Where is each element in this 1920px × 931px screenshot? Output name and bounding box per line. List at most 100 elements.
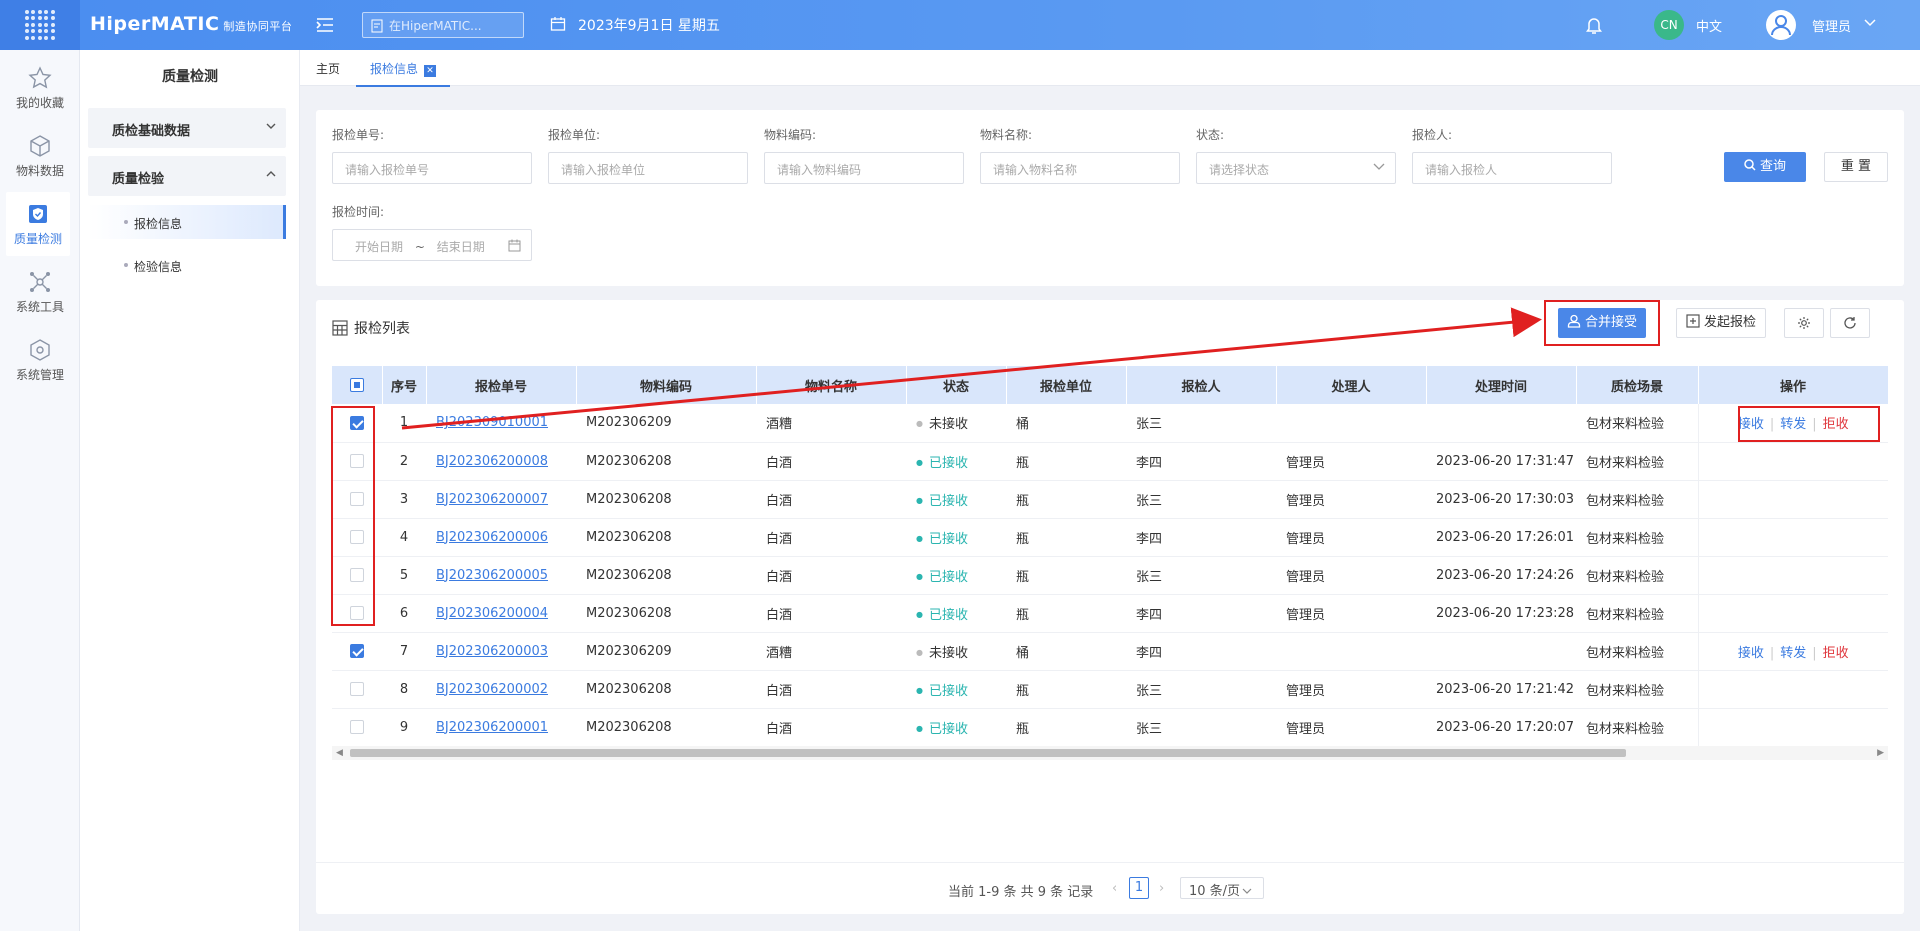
accept-link[interactable]: 接收 (1738, 646, 1764, 661)
report-no-cell[interactable]: BJ202306200002 (426, 670, 576, 709)
row-checkbox[interactable] (350, 720, 364, 734)
report-no-cell[interactable]: BJ202306200001 (426, 708, 576, 747)
row-checkbox[interactable] (350, 492, 364, 506)
table-row[interactable]: 6 BJ202306200004 M202306208白酒已接收 瓶李四管理员2023… (332, 594, 1888, 633)
row-checkbox-cell[interactable] (332, 480, 382, 519)
chevron-down-icon[interactable] (1864, 18, 1876, 28)
rail-item-tools[interactable]: 系统工具 (0, 260, 80, 324)
row-checkbox-cell[interactable] (332, 442, 382, 481)
page-size-select[interactable]: 10 条/页 (1180, 877, 1264, 899)
row-checkbox[interactable] (350, 606, 364, 620)
report-unit-input[interactable]: 请输入报检单位 (548, 152, 748, 184)
launch-report-button[interactable]: 发起报检 (1676, 308, 1766, 338)
language-label[interactable]: 中文 (1696, 16, 1722, 35)
row-checkbox[interactable] (350, 454, 364, 468)
column-header[interactable]: 质检场景 (1576, 366, 1699, 404)
row-checkbox[interactable] (350, 530, 364, 544)
menu-toggle-icon[interactable] (314, 14, 336, 36)
report-no-link[interactable]: BJ202306200008 (436, 454, 548, 469)
reset-button[interactable]: 重 置 (1824, 152, 1888, 182)
material-code-input[interactable]: 请输入物料编码 (764, 152, 964, 184)
date-range-picker[interactable]: 开始日期 ~ 结束日期 (332, 229, 532, 261)
top-search-input[interactable]: 在HiperMATIC... (362, 12, 524, 38)
report-no-input[interactable]: 请输入报检单号 (332, 152, 532, 184)
report-no-link[interactable]: BJ202306200001 (436, 720, 548, 735)
menu-item-inspection-info[interactable]: 检验信息 (88, 248, 286, 282)
close-icon[interactable]: ✕ (424, 65, 437, 77)
app-launcher-icon[interactable] (0, 0, 80, 50)
report-no-cell[interactable]: BJ202306200007 (426, 480, 576, 519)
report-no-cell[interactable]: BJ202306200004 (426, 594, 576, 633)
column-header[interactable]: 报检单号 (426, 366, 577, 404)
bell-icon[interactable] (1585, 15, 1603, 35)
table-row[interactable]: 2 BJ202306200008 M202306208白酒已接收 瓶李四管理员2023… (332, 442, 1888, 481)
horizontal-scrollbar[interactable]: ◀ ▶ (332, 746, 1888, 760)
column-header[interactable]: 报检人 (1126, 366, 1277, 404)
column-header[interactable]: 物料名称 (756, 366, 907, 404)
checkbox[interactable] (349, 378, 364, 392)
column-header[interactable]: 处理时间 (1426, 366, 1577, 404)
rail-item-quality[interactable]: 质量检测 (6, 192, 70, 256)
column-header[interactable]: 操作 (1698, 366, 1889, 404)
reject-link[interactable]: 拒收 (1823, 417, 1849, 432)
tab-report-info[interactable]: 报检信息 ✕ (356, 60, 451, 87)
tab-home[interactable]: 主页 (316, 60, 340, 77)
table-row[interactable]: 7BJ202306200003M202306209酒糟未接收桶李四包材来料检验接… (332, 632, 1888, 671)
material-name-input[interactable]: 请输入物料名称 (980, 152, 1180, 184)
row-checkbox-cell[interactable] (332, 404, 382, 443)
page-number[interactable]: 1 (1129, 877, 1149, 899)
menu-group-inspection[interactable]: 质量检验 (88, 156, 286, 196)
row-checkbox[interactable] (350, 415, 364, 430)
report-no-cell[interactable]: BJ202306200005 (426, 556, 576, 595)
row-checkbox[interactable] (350, 644, 364, 658)
select-all-checkbox[interactable] (332, 366, 383, 404)
report-no-link[interactable]: BJ202309010001 (436, 415, 548, 430)
settings-button[interactable] (1784, 308, 1824, 338)
column-header[interactable]: 处理人 (1276, 366, 1427, 404)
report-no-link[interactable]: BJ202306200004 (436, 606, 548, 621)
status-select[interactable]: 请选择状态 (1196, 152, 1396, 184)
report-no-cell[interactable]: BJ202306200008 (426, 442, 576, 481)
table-row[interactable]: 8 BJ202306200002 M202306208白酒已接收 瓶张三管理员2023… (332, 670, 1888, 709)
rail-item-system[interactable]: 系统管理 (0, 328, 80, 392)
report-no-link[interactable]: BJ202306200005 (436, 568, 548, 583)
column-header[interactable]: 序号 (382, 366, 427, 404)
report-no-cell[interactable]: BJ202306200003 (426, 632, 576, 671)
row-checkbox[interactable] (350, 568, 364, 582)
reject-link[interactable]: 拒收 (1823, 646, 1849, 661)
next-page-icon[interactable]: › (1159, 881, 1164, 896)
column-header[interactable]: 报检单位 (1006, 366, 1127, 404)
table-row[interactable]: 9 BJ202306200001 M202306208白酒已接收 瓶张三管理员2023… (332, 708, 1888, 747)
reporter-input[interactable]: 请输入报检人 (1412, 152, 1612, 184)
query-button[interactable]: 查询 (1724, 152, 1806, 182)
language-badge[interactable]: CN (1654, 10, 1684, 40)
column-header[interactable]: 状态 (906, 366, 1007, 404)
avatar[interactable] (1766, 10, 1796, 40)
table-row[interactable]: 3 BJ202306200007 M202306208白酒已接收 瓶张三管理员2023… (332, 480, 1888, 519)
row-checkbox-cell[interactable] (332, 632, 382, 671)
menu-item-report-info[interactable]: 报检信息 (88, 205, 286, 239)
menu-group-basic-data[interactable]: 质检基础数据 (88, 108, 286, 148)
row-checkbox-cell[interactable] (332, 708, 382, 747)
user-name[interactable]: 管理员 (1812, 16, 1851, 35)
report-no-link[interactable]: BJ202306200006 (436, 530, 548, 545)
rail-item-material[interactable]: 物料数据 (0, 124, 80, 188)
forward-link[interactable]: 转发 (1780, 417, 1806, 432)
row-checkbox-cell[interactable] (332, 518, 382, 557)
row-checkbox-cell[interactable] (332, 670, 382, 709)
scrollbar-thumb[interactable] (350, 749, 1626, 757)
report-no-link[interactable]: BJ202306200003 (436, 644, 548, 659)
forward-link[interactable]: 转发 (1780, 646, 1806, 661)
table-row[interactable]: 4 BJ202306200006 M202306208白酒已接收 瓶李四管理员2023… (332, 518, 1888, 557)
rail-item-favorites[interactable]: 我的收藏 (0, 56, 80, 120)
scroll-right-icon[interactable]: ▶ (1877, 748, 1884, 758)
row-checkbox[interactable] (350, 682, 364, 696)
report-no-link[interactable]: BJ202306200002 (436, 682, 548, 697)
refresh-button[interactable] (1830, 308, 1870, 338)
merge-accept-button[interactable]: 合并接受 (1558, 308, 1646, 338)
prev-page-icon[interactable]: ‹ (1112, 881, 1117, 896)
report-no-cell[interactable]: BJ202309010001 (426, 404, 576, 443)
table-row[interactable]: 1BJ202309010001M202306209酒糟未接收桶张三包材来料检验接… (332, 404, 1888, 443)
report-no-link[interactable]: BJ202306200007 (436, 492, 548, 507)
table-row[interactable]: 5 BJ202306200005 M202306208白酒已接收 瓶张三管理员2023… (332, 556, 1888, 595)
